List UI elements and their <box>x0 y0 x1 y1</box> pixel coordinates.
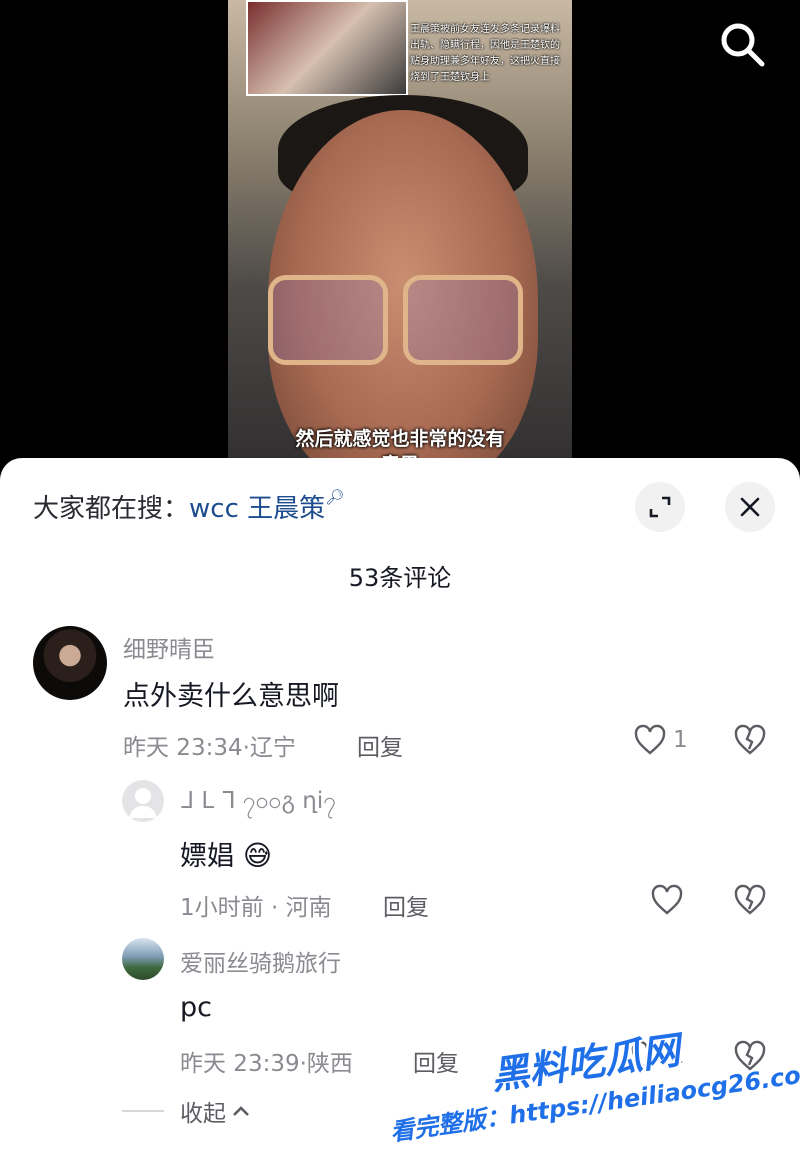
avatar[interactable] <box>33 626 107 700</box>
broken-heart-icon <box>734 884 766 915</box>
reply-item: 爱丽丝骑鹅旅行 pc 昨天 23:39·陕西 回复 2 <box>0 938 800 1078</box>
video-subtitle: 然后就感觉也非常的没有 <box>295 428 505 450</box>
reply-button[interactable]: 回复 <box>413 1044 459 1078</box>
comment-username[interactable]: ᒧ ᒪ ᒣ ၇၀၀გ ղi၇ <box>180 786 336 820</box>
like-button[interactable] <box>650 884 684 916</box>
collapse-replies-button[interactable]: 收起 <box>122 1094 252 1128</box>
avatar[interactable] <box>122 938 164 980</box>
trending-search[interactable]: 大家都在搜：wcc 王晨策🔎︎ <box>33 488 344 525</box>
divider <box>122 1110 164 1112</box>
video-frame: 王晨策被前女友连发多条记录爆料出轨、隐瞒行程，因他是王楚钦的贴身助理兼多年好友，… <box>228 0 572 480</box>
like-count: 1 <box>673 727 688 753</box>
expand-button[interactable] <box>635 482 685 532</box>
comment-meta: 1小时前 · 河南 <box>180 895 332 921</box>
comment-item: 细野晴臣 点外卖什么意思啊 昨天 23:34·辽宁 回复 1 <box>0 626 800 761</box>
like-button[interactable]: 1 <box>633 724 688 756</box>
dislike-button[interactable] <box>733 884 767 920</box>
comment-username[interactable]: 爱丽丝骑鹅旅行 <box>180 944 341 978</box>
expand-icon <box>649 496 671 518</box>
close-button[interactable] <box>725 482 775 532</box>
video-caption: 王晨策被前女友连发多条记录爆料出轨、隐瞒行程，因他是王楚钦的贴身助理兼多年好友，… <box>410 24 560 83</box>
broken-heart-icon <box>734 724 766 755</box>
close-icon <box>740 497 760 517</box>
inset-photo <box>246 0 408 96</box>
comment-meta: 昨天 23:34·辽宁 <box>123 735 296 761</box>
heart-icon <box>651 884 683 915</box>
reply-item: ᒧ ᒪ ᒣ ၇၀၀გ ղi၇ 嫖娼 😅 1小时前 · 河南 回复 <box>0 780 800 922</box>
comment-username[interactable]: 细野晴臣 <box>123 630 215 664</box>
comment-text: 点外卖什么意思啊 <box>123 681 339 712</box>
heart-icon <box>634 724 666 755</box>
comment-meta: 昨天 23:39·陕西 <box>180 1051 353 1077</box>
reply-button[interactable]: 回复 <box>357 728 403 762</box>
mini-search-icon: 🔎︎ <box>325 488 345 506</box>
heart-icon <box>631 1040 663 1071</box>
comment-count: 53条评论 <box>348 564 452 592</box>
dislike-button[interactable] <box>733 724 767 760</box>
comment-text: pc <box>180 992 212 1023</box>
trending-prefix: 大家都在搜： <box>33 494 190 524</box>
trending-keyword[interactable]: wcc 王晨策 <box>189 494 325 524</box>
comment-text: 嫖娼 😅 <box>180 839 273 872</box>
dislike-button[interactable] <box>733 1040 767 1076</box>
chevron-up-icon <box>233 1106 249 1116</box>
like-button[interactable]: 2 <box>630 1040 685 1072</box>
search-icon[interactable] <box>718 20 766 68</box>
avatar[interactable] <box>122 780 164 822</box>
like-count: 2 <box>670 1043 685 1069</box>
broken-heart-icon <box>734 1040 766 1071</box>
comment-panel: 大家都在搜：wcc 王晨策🔎︎ 53条评论 细野晴臣 点外卖什么意思啊 昨天 2… <box>0 458 800 1170</box>
collapse-label: 收起 <box>180 1101 226 1127</box>
reply-button[interactable]: 回复 <box>383 888 429 922</box>
video-player[interactable]: 王晨策被前女友连发多条记录爆料出轨、隐瞒行程，因他是王楚钦的贴身助理兼多年好友，… <box>0 0 800 480</box>
person-glasses <box>268 275 523 365</box>
